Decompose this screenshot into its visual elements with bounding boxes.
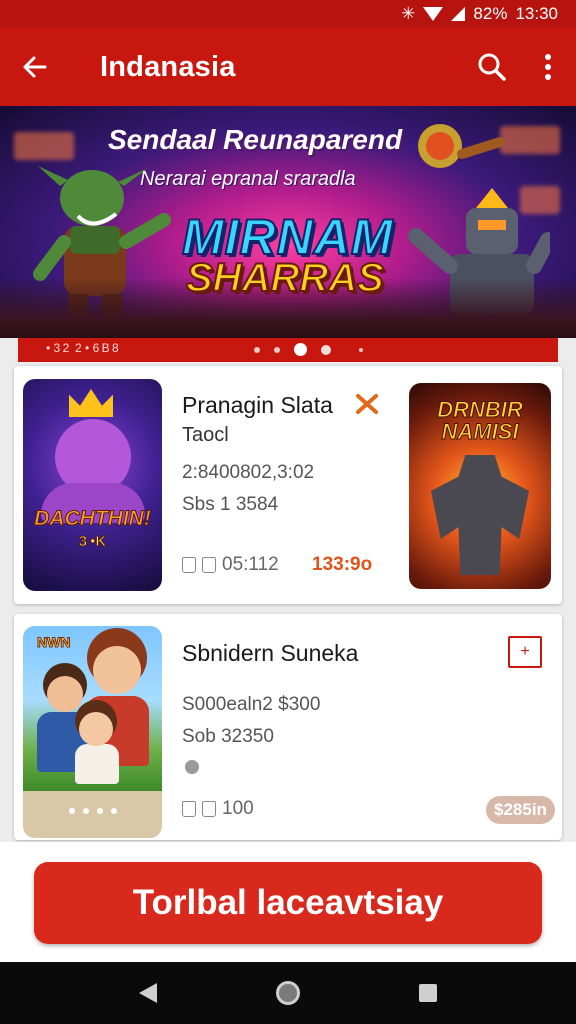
status-bar: ✳ 82% 13:30 (0, 0, 576, 28)
thumbnail-label: DACHTHIN! (34, 507, 152, 531)
game-card[interactable]: NWN Sbnidern Suneka + S000ealn2 $300 Sob… (14, 614, 562, 840)
primary-cta-button[interactable]: Torlbal laceavtsiay (34, 862, 542, 944)
character-face (79, 712, 113, 746)
character-face (93, 646, 141, 694)
banner-subheadline: Nerarai epranal sraradla (140, 168, 356, 190)
promo-banner[interactable]: Sendaal Reunaparend Nerarai epranal srar… (0, 106, 576, 338)
nav-recents-icon[interactable] (418, 984, 437, 1002)
card-price: 133:9o (312, 554, 373, 575)
card-subtitle: Taocl (182, 424, 229, 446)
side-thumbnail[interactable]: DRNBIR NAMISI (409, 383, 551, 589)
nav-back-icon[interactable] (139, 983, 158, 1003)
card-footer-value: 100 (222, 798, 254, 819)
more-vert-icon (545, 54, 551, 80)
carousel-dots[interactable] (254, 343, 363, 356)
page-title: Indanasia (100, 50, 236, 83)
pager-dot[interactable] (96, 808, 103, 814)
ribbon-icon (356, 394, 378, 414)
carousel-dot[interactable] (274, 346, 280, 353)
back-button[interactable] (0, 28, 70, 106)
carousel-dot-active[interactable] (294, 343, 307, 356)
pager-dot[interactable] (82, 808, 89, 814)
card-title: Sbnidern Suneka (182, 640, 359, 666)
carousel-dot[interactable] (321, 344, 331, 355)
bag-icon (182, 801, 196, 817)
wifi-icon (423, 7, 444, 21)
card-meta-1: 2:840080‌2,3:02 (182, 462, 315, 483)
pager-dot[interactable] (68, 808, 75, 814)
knight-figure (431, 455, 529, 575)
card-title: Pranagin Slata (182, 392, 333, 418)
card-meta-2: Sbs 1 3584 (182, 494, 279, 515)
battery-level: 82% (473, 4, 508, 23)
bag-icon (202, 801, 216, 817)
app-bar: Indanasia (0, 28, 576, 106)
bluetooth-icon: ✳ (401, 4, 416, 23)
search-button[interactable] (464, 28, 520, 106)
carousel-indicator-strip: • 3 2 2 • 6 B 8 (18, 338, 558, 362)
clock: 13:30 (515, 4, 558, 23)
system-nav-bar (0, 962, 576, 1024)
game-thumbnail[interactable]: NWN (23, 626, 162, 838)
more-options-button[interactable] (520, 28, 576, 106)
status-dot-icon (185, 760, 199, 774)
card-meta-2: Sob 32350 (182, 726, 274, 747)
thumbnail-pager[interactable] (23, 808, 162, 814)
carousel-dot[interactable] (254, 346, 260, 353)
price-pill[interactable]: $285in (486, 796, 555, 824)
search-icon (478, 53, 506, 81)
card-meta-1: S000ealn2 $300 (182, 694, 321, 715)
bag-icon (182, 557, 196, 573)
card-footer: 05:112 (182, 554, 279, 576)
thumbnail-label: NWN (36, 634, 71, 651)
arrow-left-icon (23, 56, 47, 78)
character-face (47, 676, 83, 712)
signal-icon (451, 7, 466, 21)
plus-box-icon[interactable]: + (508, 636, 542, 668)
banner-logo-line2: SHARRAS (185, 255, 385, 301)
banner-caption: • 3 2 2 • 6 B 8 (46, 341, 119, 355)
card-footer-value: 05:112 (222, 554, 279, 575)
character-body (75, 744, 119, 784)
game-thumbnail[interactable]: DACHTHIN! 3 •K (23, 379, 162, 591)
bag-icon (202, 557, 216, 573)
nav-home-icon[interactable] (275, 981, 300, 1005)
thumbnail-sublabel: 3 •K (78, 533, 107, 551)
card-footer: 100 (182, 798, 254, 820)
carousel-dot[interactable] (359, 347, 363, 352)
bottom-action-area: Torlbal laceavtsiay (0, 842, 576, 962)
pager-dot[interactable] (110, 808, 117, 814)
side-thumbnail-label: DRNBIR NAMISI (437, 397, 524, 444)
game-card[interactable]: DACHTHIN! 3 •K Pranagin Slata Taocl 2:84… (14, 366, 562, 604)
banner-headline: Sendaal Reunaparend (108, 124, 403, 155)
crown-icon (69, 389, 113, 417)
